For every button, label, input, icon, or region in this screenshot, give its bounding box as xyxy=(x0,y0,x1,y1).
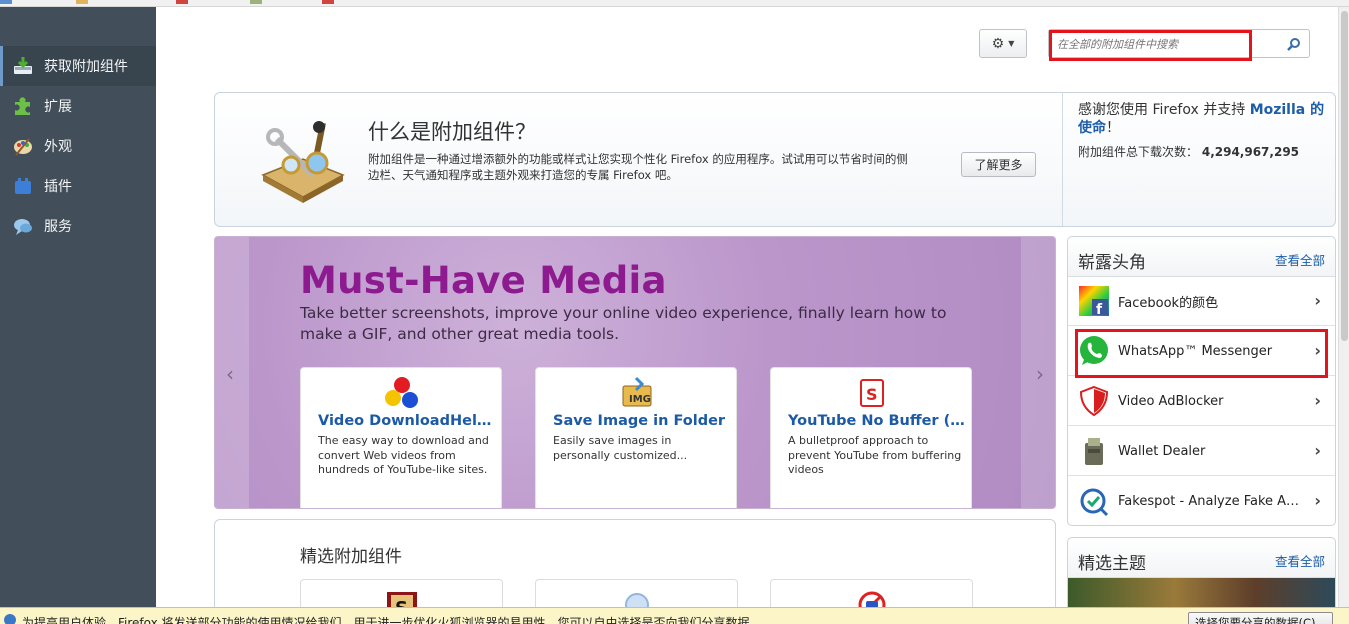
promo-card[interactable]: Video DownloadHelper The easy way to dow… xyxy=(300,367,502,508)
speech-bubble-icon xyxy=(12,215,34,237)
notification-bar: 为提高用户体验，Firefox 将发送部分功能的使用情况给我们，用于进一步优化火… xyxy=(0,607,1349,624)
browser-top-strip xyxy=(0,0,1349,7)
sidebar-item-label: 外观 xyxy=(44,139,72,155)
panel-header: 崭露头角 查看全部 xyxy=(1068,237,1335,277)
video-downloadhelper-icon xyxy=(385,376,419,410)
shield-icon xyxy=(1079,385,1109,417)
chevron-right-icon: › xyxy=(1314,491,1321,510)
info-description: 附加组件是一种通过增添额外的功能或样式让您实现个性化 Firefox 的应用程序… xyxy=(368,152,908,182)
whatsapp-highlight-box xyxy=(1075,329,1328,378)
sidebar-item-label: 扩展 xyxy=(44,99,72,115)
scrollbar-thumb[interactable] xyxy=(1341,11,1348,341)
chevron-down-icon: ▼ xyxy=(1008,39,1015,48)
panel-title: 崭露头角 xyxy=(1078,253,1146,273)
search-icon xyxy=(1287,37,1300,51)
youtube-no-buffer-icon: S xyxy=(855,376,889,410)
facebook-colors-icon: f xyxy=(1079,286,1109,317)
promo-card-desc: Easily save images in personally customi… xyxy=(553,434,688,462)
downloads-value: 4,294,967,295 xyxy=(1201,145,1300,159)
panel-header: 精选主题 查看全部 xyxy=(1068,538,1335,578)
svg-text:f: f xyxy=(1096,302,1103,317)
list-item[interactable]: Fakespot - Analyze Fake A… › xyxy=(1068,477,1335,526)
promo-card-title: Video DownloadHelper xyxy=(318,413,498,429)
chevron-left-icon[interactable]: ‹ xyxy=(226,362,234,386)
promo-banner: ‹ › Must-Have Media Take better screensh… xyxy=(214,236,1056,509)
notification-text: 为提高用户体验，Firefox 将发送部分功能的使用情况给我们，用于进一步优化火… xyxy=(22,616,762,624)
list-item-name: Facebook的颜色 xyxy=(1118,295,1219,311)
sidebar-item-get-addons[interactable]: 获取附加组件 xyxy=(0,46,156,86)
view-all-link[interactable]: 查看全部 xyxy=(1275,250,1325,269)
search-button[interactable] xyxy=(1279,30,1309,57)
thanks-prefix: 感谢您使用 Firefox 并支持 xyxy=(1078,102,1250,118)
promo-card-desc: A bulletproof approach to prevent YouTub… xyxy=(788,434,962,476)
sidebar-item-extensions[interactable]: 扩展 xyxy=(0,86,156,126)
list-item-name: Video AdBlocker xyxy=(1118,393,1224,409)
save-image-folder-icon: IMG xyxy=(620,376,654,410)
sidebar-item-plugins[interactable]: 插件 xyxy=(0,166,156,206)
list-item-name: Wallet Dealer xyxy=(1118,443,1206,459)
total-downloads: 附加组件总下载次数： 4,294,967,295 xyxy=(1078,143,1299,160)
addons-tools-illustration xyxy=(257,119,349,205)
sidebar-item-label: 服务 xyxy=(44,219,72,235)
wallet-icon xyxy=(1085,438,1103,465)
sidebar-item-label: 插件 xyxy=(44,179,72,195)
info-icon xyxy=(4,614,16,624)
gear-icon: ⚙ xyxy=(991,35,1005,52)
fakespot-icon xyxy=(1080,488,1109,516)
chevron-right-icon: › xyxy=(1314,291,1321,310)
sidebar-item-appearance[interactable]: 外观 xyxy=(0,126,156,166)
featured-addons-section: 精选附加组件 S xyxy=(214,519,1056,624)
sidebar-item-services[interactable]: 服务 xyxy=(0,206,156,246)
puzzle-icon xyxy=(12,95,34,117)
chevron-right-icon: › xyxy=(1314,441,1321,460)
sidebar: 获取附加组件 扩展 外观 插件 服务 xyxy=(0,7,156,607)
list-item-name: Fakespot - Analyze Fake A… xyxy=(1118,494,1300,509)
up-and-coming-panel: 崭露头角 查看全部 f Facebook的颜色 › WhatsApp™ Mess… xyxy=(1067,236,1336,526)
downloads-label: 附加组件总下载次数： xyxy=(1078,145,1199,159)
chevron-right-icon[interactable]: › xyxy=(1036,362,1044,386)
info-title: 什么是附加组件？ xyxy=(368,120,536,144)
list-item[interactable]: Wallet Dealer › xyxy=(1068,427,1335,476)
promo-card[interactable]: S YouTube No Buffer (… A bulletproof app… xyxy=(770,367,972,508)
what-are-addons-card: 什么是附加组件？ 附加组件是一种通过增添额外的功能或样式让您实现个性化 Fire… xyxy=(214,92,1336,227)
sidebar-item-label: 获取附加组件 xyxy=(44,59,128,75)
list-item[interactable]: Video AdBlocker › xyxy=(1068,377,1335,426)
promo-card-title: Save Image in Folder xyxy=(553,413,726,429)
learn-more-button[interactable]: 了解更多 xyxy=(961,152,1036,177)
promo-card-title: YouTube No Buffer (… xyxy=(788,413,965,429)
plugin-block-icon xyxy=(12,175,34,197)
thanks-suffix: ！ xyxy=(1106,120,1120,136)
promo-card-desc: The easy way to download and convert Web… xyxy=(318,434,489,476)
chevron-right-icon: › xyxy=(1314,391,1321,410)
choose-data-button[interactable]: 选择您要分享的数据(C) xyxy=(1188,612,1333,624)
info-divider xyxy=(1062,93,1063,226)
search-highlight-box xyxy=(1049,30,1252,61)
featured-themes-panel: 精选主题 查看全部 xyxy=(1067,537,1336,617)
svg-text:IMG: IMG xyxy=(629,394,651,405)
promo-card[interactable]: IMG Save Image in Folder Easily save ima… xyxy=(535,367,737,508)
featured-title: 精选附加组件 xyxy=(300,547,402,567)
promo-title: Must-Have Media xyxy=(300,259,667,302)
get-addons-icon xyxy=(12,55,34,77)
promo-subtitle: Take better screenshots, improve your on… xyxy=(300,304,947,343)
list-item[interactable]: f Facebook的颜色 › xyxy=(1068,277,1335,326)
palette-icon xyxy=(12,135,34,157)
tools-gear-button[interactable]: ⚙ ▼ xyxy=(979,29,1027,58)
svg-text:S: S xyxy=(866,385,878,404)
thanks-text: 感谢您使用 Firefox 并支持 Mozilla 的使命！ xyxy=(1078,101,1328,137)
scrollbar[interactable] xyxy=(1338,7,1349,607)
view-all-link[interactable]: 查看全部 xyxy=(1275,551,1325,570)
panel-title: 精选主题 xyxy=(1078,554,1146,574)
